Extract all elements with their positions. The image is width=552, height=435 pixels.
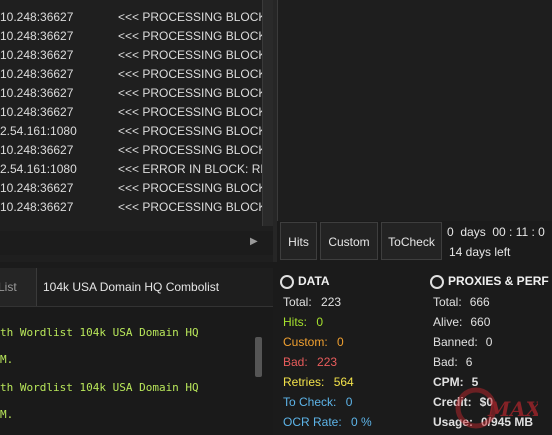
log-row: 2.54.161:1080 <<< ERROR IN BLOCK: REQU [0,160,262,179]
data-stat: Hits: 0 [283,315,323,329]
wordlist-log: th Wordlist 104k USA Domain HQ M. th Wor… [0,307,273,435]
data-stat-label: Bad: [283,355,308,369]
log-row: 10.248:36627 <<< PROCESSING BLOCK: RE [0,198,262,217]
wordlist-line: th Wordlist 104k USA Domain HQ [0,326,199,339]
data-stat: Bad: 223 [283,355,337,369]
log-row-message: <<< PROCESSING BLOCK: RE [118,48,262,62]
wordlist-tabs: Hit List 104k USA Domain HQ Combolist [0,268,273,307]
proxy-stat-value: 666 [469,295,490,309]
data-stat-label: Hits: [283,315,307,329]
log-row-message: <<< PROCESSING BLOCK: RE [118,143,262,157]
tocheck-button[interactable]: ToCheck [381,222,442,260]
data-stat-value: 223 [317,355,338,369]
data-stat: Custom: 0 [283,335,344,349]
custom-button[interactable]: Custom [320,222,378,260]
logo-text: MAX [487,397,538,421]
log-row-message: <<< PROCESSING BLOCK: RE [118,10,262,24]
log-row-address: 10.248:36627 [0,86,74,100]
wordlist-line: M. [0,353,14,366]
wordlist-line: th Wordlist 104k USA Domain HQ [0,381,199,394]
log-row: 10.248:36627 <<< PROCESSING BLOCK: RE [0,141,262,160]
data-stat: OCR Rate: 0 % [283,415,372,429]
log-horizontal-scrollbar[interactable]: ▶ [0,231,273,255]
data-stat-value: 223 [321,295,342,309]
logo-watermark: MAX [448,380,543,430]
log-row: 2.54.161:1080 <<< PROCESSING BLOCK: RE [0,122,262,141]
log-row: 10.248:36627 <<< PROCESSING BLOCK: RE [0,27,262,46]
log-row-address: 10.248:36627 [0,48,74,62]
wordlist-line: M. [0,408,14,421]
log-row: 10.248:36627 <<< PROCESSING BLOCK: RE [0,84,262,103]
log-row-message: <<< PROCESSING BLOCK: RE [118,124,262,138]
log-row-address: 10.248:36627 [0,67,74,81]
data-section-title: DATA [298,274,330,288]
log-row-address: 10.248:36627 [0,181,74,195]
tab-hit-list-label: Hit List [0,280,17,294]
proxy-stat-label: Banned: [433,335,478,349]
proxy-stat: Total: 666 [433,295,490,309]
data-stat-label: OCR Rate: [283,415,342,429]
log-row-message: <<< ERROR IN BLOCK: REQU [118,162,262,176]
data-stat: Total: 223 [283,295,341,309]
hits-button[interactable]: Hits [280,222,317,260]
proxy-stat-label: Total: [433,295,462,309]
log-row-address: 10.248:36627 [0,200,74,214]
data-stat-value: 0 [316,315,324,329]
data-stat-value: 0 [345,395,353,409]
log-row: 10.248:36627 <<< PROCESSING BLOCK: RE [0,46,262,65]
data-stat-value: 0 % [351,415,372,429]
log-pane: 10.248:36627<<< PROCESSING BLOCK: RE10.2… [0,0,274,262]
data-stat-label: To Check: [283,395,337,409]
scroll-right-arrow-icon[interactable]: ▶ [250,236,258,247]
data-stat: Retries: 564 [283,375,354,389]
data-stat-label: Retries: [283,375,325,389]
proxy-stat-value: 6 [465,355,473,369]
logo-mark: MAX [455,387,543,429]
log-row-message: <<< PROCESSING BLOCK: RE [118,181,262,195]
proxy-stat-value: 0 [485,335,493,349]
proxies-section-title: PROXIES & PERF [448,274,549,288]
tab-hit-list[interactable]: Hit List [0,268,37,306]
proxies-gauge-icon [430,275,444,289]
log-row-address: 2.54.161:1080 [0,124,77,138]
log-row-address: 10.248:36627 [0,10,74,24]
data-stat-value: 0 [337,335,344,349]
log-row-address: 10.248:36627 [0,143,74,157]
log-list: 10.248:36627<<< PROCESSING BLOCK: RE10.2… [0,0,262,226]
proxy-stat-label: Bad: [433,355,458,369]
data-stat: To Check: 0 [283,395,352,409]
data-stat-label: Total: [283,295,312,309]
app-root: 10.248:36627<<< PROCESSING BLOCK: RE10.2… [0,0,552,435]
tab-combolist[interactable]: 104k USA Domain HQ Combolist [43,268,219,306]
elapsed-timer: 0 days 00 : 11 : 0 [447,225,545,239]
data-stat-label: Custom: [283,335,328,349]
log-row-address: 2.54.161:1080 [0,162,77,176]
log-row-message: <<< PROCESSING BLOCK: RE [118,105,262,119]
log-row: 10.248:36627 <<< PROCESSING BLOCK: RE [0,8,262,27]
hits-output-pane [277,0,552,221]
proxy-stat: Bad: 6 [433,355,472,369]
proxy-stat-value: 660 [470,315,491,329]
proxy-stat-label: Alive: [433,315,463,329]
license-remaining: 14 days left [449,245,511,259]
wordlist-scrollbar-thumb[interactable] [255,337,262,377]
log-row-message: <<< PROCESSING BLOCK: RE [118,86,262,100]
proxy-stat: Alive: 660 [433,315,490,329]
log-row-address: 10.248:36627 [0,29,74,43]
log-row: 10.248:36627 <<< PROCESSING BLOCK: RE [0,103,262,122]
log-row-message: <<< PROCESSING BLOCK: RE [118,29,262,43]
log-row-address: 10.248:36627 [0,105,74,119]
data-refresh-icon [280,275,294,289]
log-row-message: <<< PROCESSING BLOCK: RE [118,200,262,214]
log-row: 10.248:36627 <<< PROCESSING BLOCK: RE [0,65,262,84]
log-row: 10.248:36627 <<< PROCESSING BLOCK: RE [0,179,262,198]
proxy-stat: Banned: 0 [433,335,492,349]
log-row-message: <<< PROCESSING BLOCK: RE [118,67,262,81]
data-stat-value: 564 [333,375,354,389]
